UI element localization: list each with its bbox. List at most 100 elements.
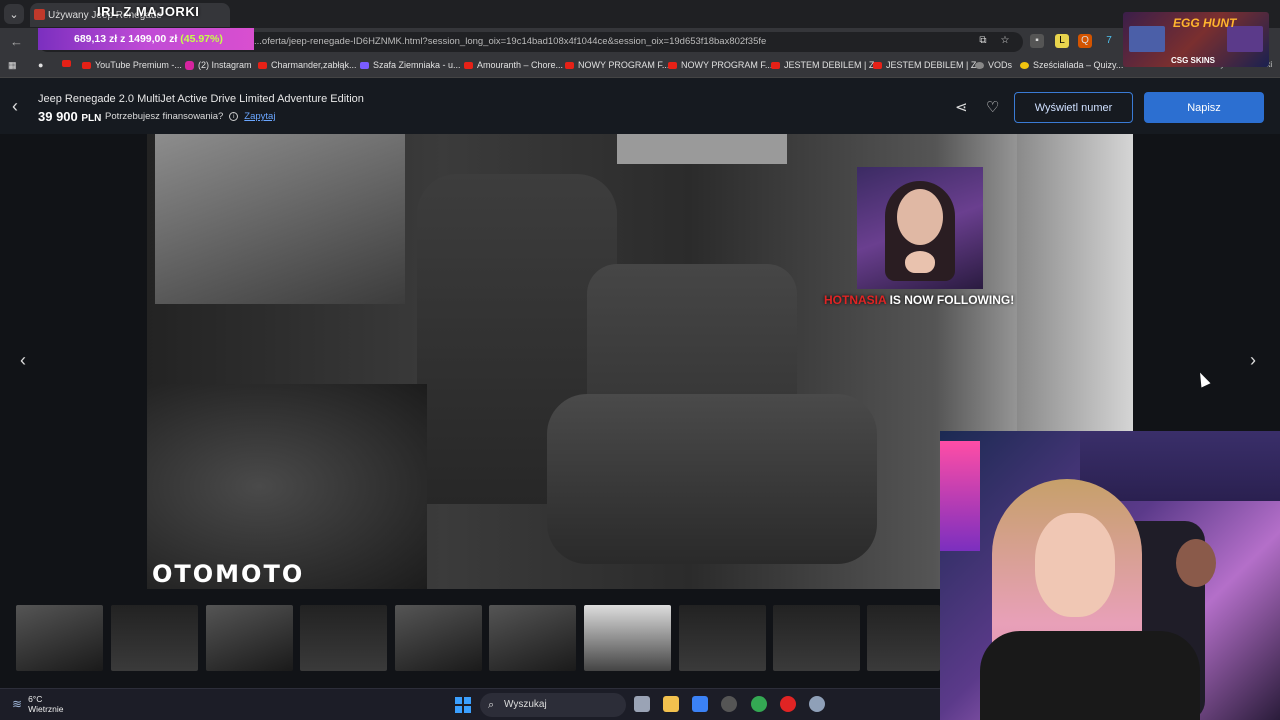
webcam-teddy-bear [1176,539,1216,587]
task-view-icon[interactable] [634,696,650,712]
file-explorer-icon[interactable] [663,696,679,712]
photo-thumbnail[interactable] [489,605,576,671]
windows-taskbar: ≋ 6°C Wietrznie ⌕ Wyszukaj [0,688,940,720]
youtube-icon [258,61,267,69]
bookmark-item[interactable]: Amouranth – Chore... [464,60,563,70]
youtube-icon [464,61,473,69]
tab-favicon-icon [34,9,45,20]
bookmark-youtube-icon[interactable] [62,60,71,67]
photo-thumbnail[interactable] [584,605,671,671]
webcam-shelf [1080,431,1280,501]
weather-temp: 6°C [28,694,43,704]
thumbnail-strip [0,589,940,689]
taskbar-search[interactable]: ⌕ Wyszukaj [480,693,626,717]
weather-desc: Wietrznie [28,704,64,714]
back-arrow-icon[interactable]: ← [10,34,23,49]
next-photo-icon[interactable]: › [1250,350,1256,371]
extension-l-icon[interactable]: L [1055,34,1069,48]
bookmark-item[interactable]: JESTEM DEBILEM | Z... [771,60,882,70]
write-button[interactable]: Napisz [1144,92,1264,123]
wind-icon: ≋ [12,697,23,711]
follower-alert-text: HOTNASIA IS NOW FOLLOWING! [824,293,1015,307]
photo-thumbnail[interactable] [867,605,940,671]
listing-price: 39 900 PLN [38,109,102,124]
vods-icon [975,61,984,69]
bookmark-item[interactable]: VODs [975,60,1012,70]
youtube-icon [771,61,780,69]
streamer-webcam [940,431,1280,720]
bookmark-item[interactable]: Szafa Ziemniaka - u... [360,60,461,70]
bookmark-item[interactable]: YouTube Premium -... [82,60,182,70]
twitch-icon [360,61,369,69]
bookmark-item[interactable]: Charmander,zabłąk... [258,60,357,70]
info-icon[interactable]: i [229,112,239,121]
media-app-icon[interactable] [780,696,796,712]
settings-gear-icon[interactable] [809,696,825,712]
photo-open-door [1017,134,1133,434]
bookmark-github-icon[interactable]: ● [38,60,43,70]
extension-q-icon[interactable]: Q [1078,34,1092,48]
cast-icon[interactable]: ⧉ [976,34,990,48]
bookmark-item[interactable]: (2) Instagram [185,60,252,70]
quiz-icon [1020,61,1029,69]
store-icon[interactable] [692,696,708,712]
photo-thumbnail[interactable] [395,605,482,671]
alert-hands [905,251,935,273]
show-number-button[interactable]: Wyświetl numer [1014,92,1133,123]
ask-link[interactable]: Zapytaj [244,111,275,122]
bookmarks-bar: ▦ ● YouTube Premium -... (2) Instagram C… [0,56,1280,78]
stream-title: IRL Z MAJORKI [97,4,200,19]
photo-rear-window [617,134,787,164]
webcam-body [980,631,1200,720]
bookmark-item[interactable]: NOWY PROGRAM F... [565,60,669,70]
windows-start-icon[interactable] [455,697,471,713]
tab-search-button[interactable]: ⌄ [4,4,24,24]
photo-thumbnail[interactable] [16,605,103,671]
bookmark-item[interactable]: NOWY PROGRAM F... [668,60,772,70]
weather-widget[interactable]: ≋ 6°C Wietrznie [12,694,64,714]
apps-grid-icon[interactable]: ▦ [8,60,17,71]
github-icon[interactable] [721,696,737,712]
search-placeholder: Wyszukaj [504,699,547,710]
photo-door-panel [147,384,427,589]
extension-7-icon[interactable]: 7 [1102,34,1116,48]
egg-hunt-title: EGG HUNT [1173,16,1237,30]
bookmark-item[interactable]: JESTEM DEBILEM | Z... [873,60,984,70]
back-chevron-icon[interactable]: ‹ [12,96,18,117]
heart-icon[interactable]: ♡ [986,98,999,116]
listing-header: ‹ Jeep Renegade 2.0 MultiJet Active Driv… [0,78,1280,134]
youtube-icon [873,61,882,69]
chrome-icon[interactable] [751,696,767,712]
financing-row: Potrzebujesz finansowania? i Zapytaj [105,111,275,122]
otomoto-watermark: OTOMOTO [152,560,305,588]
photo-thumbnail[interactable] [111,605,198,671]
youtube-icon [565,61,574,69]
youtube-icon [82,61,91,69]
mouse-cursor-icon [1195,370,1211,388]
bookmark-star-icon[interactable]: ☆ [998,34,1012,48]
photo-window [155,134,405,304]
donation-goal-bar: 689,13 zł z 1499,00 zł (45.97%) [38,28,254,50]
webcam-face [1035,513,1115,617]
donation-percent: (45.97%) [180,33,223,45]
financing-text: Potrzebujesz finansowania? [105,111,224,122]
egg-hunt-banner: EGG HUNT CSG SKINS [1123,12,1269,67]
photo-seat-cushion [547,394,877,564]
egg-hunt-brand: CSG SKINS [1171,56,1216,65]
banner-decoration [1129,26,1165,52]
share-icon[interactable]: ⋖ [955,98,968,116]
follower-alert-image [857,167,983,289]
search-icon: ⌕ [488,699,495,711]
extension-icon[interactable]: ▪ [1030,34,1044,48]
donation-amount: 689,13 zł z 1499,00 zł [74,33,178,45]
bookmark-item[interactable]: Sześcialiada – Quizy... [1020,60,1123,70]
photo-thumbnail[interactable] [206,605,293,671]
photo-thumbnail[interactable] [300,605,387,671]
youtube-icon [668,61,677,69]
instagram-icon [185,60,194,70]
photo-thumbnail[interactable] [679,605,766,671]
alert-face [897,189,943,245]
webcam-led-light [940,441,980,551]
photo-thumbnail[interactable] [773,605,860,671]
prev-photo-icon[interactable]: ‹ [20,350,26,371]
